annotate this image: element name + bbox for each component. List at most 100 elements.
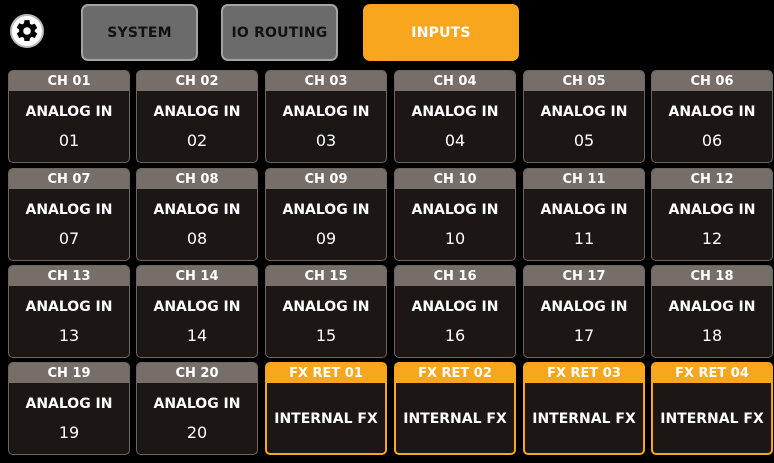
channel-source: ANALOG IN 09 [266,189,386,260]
source-type-label: ANALOG IN [25,298,113,315]
gear-icon [16,20,38,42]
channel-source: ANALOG IN 01 [9,91,129,162]
source-number-label: 20 [186,422,208,442]
source-type-label: ANALOG IN [411,103,499,120]
channel-source: ANALOG IN 08 [137,189,257,260]
source-number-label: 17 [573,325,595,345]
channel-cell[interactable]: CH 04 ANALOG IN 04 [394,70,516,163]
source-type-label: INTERNAL FX [274,410,378,427]
channel-cell[interactable]: CH 14 ANALOG IN 14 [136,265,258,358]
channel-header: CH 07 [9,169,129,189]
fx-return-cell[interactable]: FX RET 01 INTERNAL FX [265,362,387,455]
channel-cell[interactable]: CH 01 ANALOG IN 01 [8,70,130,163]
source-number-label: 09 [315,228,337,248]
channel-source: ANALOG IN 11 [524,189,644,260]
channel-cell[interactable]: CH 03 ANALOG IN 03 [265,70,387,163]
channel-cell[interactable]: CH 10 ANALOG IN 10 [394,168,516,261]
source-number-label: 01 [58,130,80,150]
channel-cell[interactable]: CH 07 ANALOG IN 07 [8,168,130,261]
channel-source: INTERNAL FX [525,384,643,453]
channel-header: CH 19 [9,363,129,383]
channel-header: CH 01 [9,71,129,91]
source-number-label: 16 [444,325,466,345]
channel-header: CH 08 [137,169,257,189]
channel-source: ANALOG IN 19 [9,383,129,454]
channel-cell[interactable]: CH 19 ANALOG IN 19 [8,362,130,455]
source-type-label: ANALOG IN [668,298,756,315]
source-number-label: 15 [315,325,337,345]
source-number-label: 07 [58,228,80,248]
channel-source: ANALOG IN 10 [395,189,515,260]
source-type-label: INTERNAL FX [660,410,764,427]
channel-source: ANALOG IN 12 [652,189,772,260]
channel-header: CH 04 [395,71,515,91]
channel-source: ANALOG IN 18 [652,286,772,357]
source-number-label: 12 [701,228,723,248]
channel-header: FX RET 03 [525,364,643,383]
channel-header: CH 15 [266,266,386,286]
channel-source: INTERNAL FX [396,384,514,453]
channel-header: CH 02 [137,71,257,91]
channel-cell[interactable]: CH 05 ANALOG IN 05 [523,70,645,163]
channel-source: ANALOG IN 13 [9,286,129,357]
channel-cell[interactable]: CH 17 ANALOG IN 17 [523,265,645,358]
source-type-label: ANALOG IN [282,298,370,315]
settings-button[interactable] [10,14,44,48]
source-type-label: ANALOG IN [25,201,113,218]
channel-cell[interactable]: CH 08 ANALOG IN 08 [136,168,258,261]
source-type-label: ANALOG IN [540,298,628,315]
channel-header: CH 12 [652,169,772,189]
source-number-label: 11 [573,228,595,248]
channel-header: CH 09 [266,169,386,189]
channel-source: ANALOG IN 04 [395,91,515,162]
channel-source: ANALOG IN 15 [266,286,386,357]
source-type-label: ANALOG IN [411,298,499,315]
tab-io-routing[interactable]: IO ROUTING [221,4,338,61]
channel-cell[interactable]: CH 15 ANALOG IN 15 [265,265,387,358]
channel-source: ANALOG IN 07 [9,189,129,260]
channel-header: CH 03 [266,71,386,91]
channel-source: ANALOG IN 16 [395,286,515,357]
channel-header: CH 11 [524,169,644,189]
source-type-label: ANALOG IN [153,103,241,120]
channel-source: ANALOG IN 14 [137,286,257,357]
channel-cell[interactable]: CH 11 ANALOG IN 11 [523,168,645,261]
source-type-label: ANALOG IN [411,201,499,218]
source-number-label: 19 [58,422,80,442]
fx-return-cell[interactable]: FX RET 04 INTERNAL FX [651,362,773,455]
source-number-label: 14 [186,325,208,345]
channel-cell[interactable]: CH 06 ANALOG IN 06 [651,70,773,163]
tab-system[interactable]: SYSTEM [81,4,198,61]
source-number-label: 05 [573,130,595,150]
source-type-label: INTERNAL FX [403,410,507,427]
channel-header: FX RET 02 [396,364,514,383]
channel-cell[interactable]: CH 12 ANALOG IN 12 [651,168,773,261]
channel-cell[interactable]: CH 20 ANALOG IN 20 [136,362,258,455]
channel-cell[interactable]: CH 09 ANALOG IN 09 [265,168,387,261]
tab-inputs[interactable]: INPUTS [363,4,519,61]
channel-header: CH 10 [395,169,515,189]
source-number-label: 03 [315,130,337,150]
source-type-label: ANALOG IN [668,103,756,120]
channel-cell[interactable]: CH 18 ANALOG IN 18 [651,265,773,358]
source-type-label: ANALOG IN [282,103,370,120]
source-number-label: 08 [186,228,208,248]
channel-cell[interactable]: CH 13 ANALOG IN 13 [8,265,130,358]
channel-header: CH 20 [137,363,257,383]
channel-source: ANALOG IN 02 [137,91,257,162]
source-type-label: ANALOG IN [540,103,628,120]
channel-header: CH 18 [652,266,772,286]
channel-source: INTERNAL FX [653,384,771,453]
source-number-label: 04 [444,130,466,150]
channel-cell[interactable]: CH 02 ANALOG IN 02 [136,70,258,163]
channel-source: INTERNAL FX [267,384,385,453]
channel-header: FX RET 01 [267,364,385,383]
fx-return-cell[interactable]: FX RET 02 INTERNAL FX [394,362,516,455]
source-number-label: 06 [701,130,723,150]
source-number-label: 10 [444,228,466,248]
channel-header: CH 13 [9,266,129,286]
fx-return-cell[interactable]: FX RET 03 INTERNAL FX [523,362,645,455]
source-type-label: ANALOG IN [25,395,113,412]
channel-cell[interactable]: CH 16 ANALOG IN 16 [394,265,516,358]
channel-source: ANALOG IN 05 [524,91,644,162]
